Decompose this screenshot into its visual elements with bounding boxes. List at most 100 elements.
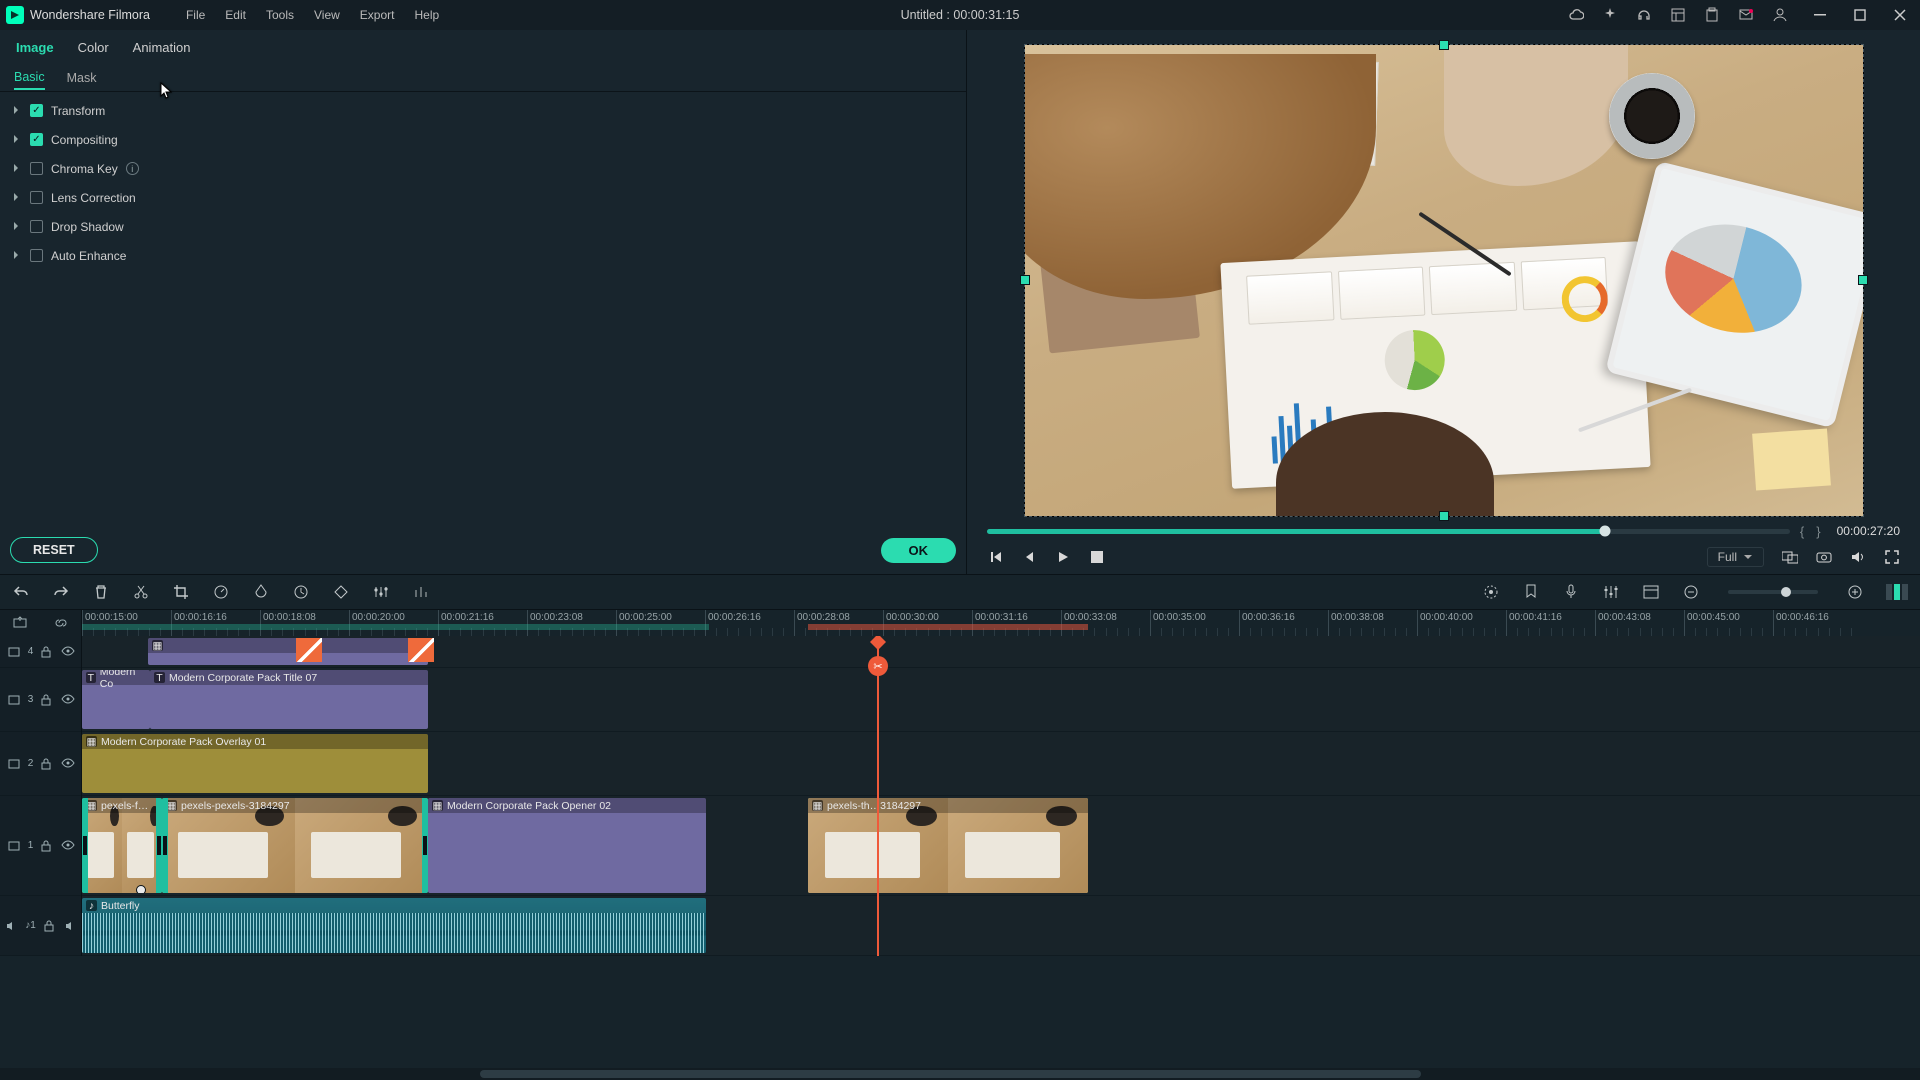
mixer-panel-icon[interactable] — [1602, 583, 1620, 601]
layout-icon[interactable] — [1670, 7, 1686, 23]
marker-icon[interactable] — [1522, 583, 1540, 601]
clip[interactable]: ▦pexels-th…3184297 — [808, 798, 1088, 893]
prop-row-drop-shadow[interactable]: Drop Shadow — [0, 212, 966, 241]
help-icon[interactable]: i — [126, 162, 139, 175]
crop-button[interactable] — [172, 583, 190, 601]
lock-icon[interactable] — [41, 758, 53, 770]
clip[interactable]: TModern Co — [82, 670, 150, 729]
split-button[interactable] — [132, 583, 150, 601]
eye-icon[interactable] — [61, 840, 73, 852]
track-head-t3[interactable]: 3 — [0, 668, 81, 732]
lock-icon[interactable] — [41, 646, 53, 658]
resize-handle-bottom[interactable] — [1439, 511, 1449, 521]
track-head-t1[interactable]: 1 — [0, 796, 81, 896]
clip[interactable]: ▦ — [148, 638, 428, 665]
sparkle-icon[interactable] — [1602, 7, 1618, 23]
checkbox[interactable]: ✓ — [30, 104, 43, 117]
track-lane-t1[interactable]: ▦pexels-f…▦pexels-pexels-3184297▦Modern … — [82, 796, 1920, 896]
step-back-button[interactable] — [1021, 549, 1037, 565]
clipboard-icon[interactable] — [1704, 7, 1720, 23]
mark-out-brace[interactable]: } — [1814, 524, 1822, 539]
transition-marker[interactable] — [296, 638, 322, 662]
freeze-frame-icon[interactable] — [292, 583, 310, 601]
mail-icon[interactable] — [1738, 7, 1754, 23]
track-lane-a1[interactable]: ♪Butterfly — [82, 896, 1920, 956]
prop-row-compositing[interactable]: ✓Compositing — [0, 125, 966, 154]
speed-button[interactable] — [212, 583, 230, 601]
clip[interactable]: ▦Modern Corporate Pack Opener 02 — [428, 798, 706, 893]
clip-trim-left[interactable] — [162, 798, 168, 893]
fade-keyframe[interactable] — [136, 885, 146, 893]
zoom-slider[interactable] — [1728, 590, 1818, 594]
prop-row-transform[interactable]: ✓Transform — [0, 96, 966, 125]
user-icon[interactable] — [1772, 7, 1788, 23]
fullscreen-button[interactable] — [1884, 549, 1900, 565]
ok-button[interactable]: OK — [881, 538, 957, 563]
resize-handle-left[interactable] — [1020, 275, 1030, 285]
audio-mixer-icon[interactable] — [412, 583, 430, 601]
undo-button[interactable] — [12, 583, 30, 601]
prop-tab-image[interactable]: Image — [16, 34, 54, 61]
checkbox[interactable] — [30, 249, 43, 262]
window-minimize[interactable] — [1800, 0, 1840, 30]
mute-button[interactable] — [1850, 549, 1866, 565]
prop-row-auto-enhance[interactable]: Auto Enhance — [0, 241, 966, 270]
cloud-icon[interactable] — [1568, 7, 1584, 23]
window-close[interactable] — [1880, 0, 1920, 30]
link-icon[interactable] — [54, 616, 68, 630]
eye-icon[interactable] — [61, 758, 73, 770]
track-head-a1[interactable]: ♪1 — [0, 896, 81, 956]
checkbox[interactable] — [30, 220, 43, 233]
eye-icon[interactable] — [61, 646, 73, 658]
render-preview-icon[interactable] — [1482, 583, 1500, 601]
resize-handle-right[interactable] — [1858, 275, 1868, 285]
preview-viewport[interactable] — [1024, 44, 1864, 517]
mute-icon[interactable] — [64, 920, 76, 932]
keyframe-icon[interactable] — [332, 583, 350, 601]
track-lane-t4[interactable]: ▦ — [82, 636, 1920, 668]
menu-help[interactable]: Help — [404, 8, 449, 22]
prop-tab-animation[interactable]: Animation — [133, 34, 191, 61]
window-maximize[interactable] — [1840, 0, 1880, 30]
clip[interactable]: ▦pexels-pexels-3184297 — [162, 798, 428, 893]
clip[interactable]: TModern Corporate Pack Title 07 — [150, 670, 428, 729]
play-button[interactable] — [1055, 549, 1071, 565]
mark-in-brace[interactable]: { — [1798, 524, 1806, 539]
preview-dual-icon[interactable] — [1782, 549, 1798, 565]
menu-export[interactable]: Export — [350, 8, 405, 22]
redo-button[interactable] — [52, 583, 70, 601]
menu-tools[interactable]: Tools — [256, 8, 304, 22]
prop-row-lens-correction[interactable]: Lens Correction — [0, 183, 966, 212]
headset-icon[interactable] — [1636, 7, 1652, 23]
checkbox[interactable]: ✓ — [30, 133, 43, 146]
lock-icon[interactable] — [41, 840, 53, 852]
voiceover-icon[interactable] — [1562, 583, 1580, 601]
snapshot-button[interactable] — [1816, 549, 1832, 565]
adjust-icon[interactable] — [372, 583, 390, 601]
thumbnails-icon[interactable] — [1642, 583, 1660, 601]
menu-file[interactable]: File — [176, 8, 215, 22]
preview-scrubber[interactable] — [987, 529, 1790, 534]
checkbox[interactable] — [30, 162, 43, 175]
timeline-hscrollbar[interactable] — [0, 1068, 1920, 1080]
lock-icon[interactable] — [44, 920, 56, 932]
zoom-out-button[interactable] — [1682, 583, 1700, 601]
lock-icon[interactable] — [41, 694, 53, 706]
clip[interactable]: ▦Modern Corporate Pack Overlay 01 — [82, 734, 428, 793]
prop-tab-color[interactable]: Color — [78, 34, 109, 61]
prev-frame-button[interactable] — [987, 549, 1003, 565]
resize-handle-top[interactable] — [1439, 40, 1449, 50]
prop-subtab-basic[interactable]: Basic — [14, 66, 45, 90]
checkbox[interactable] — [30, 191, 43, 204]
prop-subtab-mask[interactable]: Mask — [67, 67, 97, 89]
menu-view[interactable]: View — [304, 8, 350, 22]
transition-marker[interactable] — [408, 638, 434, 662]
eye-icon[interactable] — [61, 694, 73, 706]
clip[interactable]: ▦pexels-f… — [82, 798, 162, 893]
delete-button[interactable] — [92, 583, 110, 601]
stop-button[interactable] — [1089, 549, 1105, 565]
track-head-t2[interactable]: 2 — [0, 732, 81, 796]
track-insert-icon[interactable] — [13, 616, 27, 630]
track-head-t4[interactable]: 4 — [0, 636, 81, 668]
reset-button[interactable]: RESET — [10, 537, 98, 563]
